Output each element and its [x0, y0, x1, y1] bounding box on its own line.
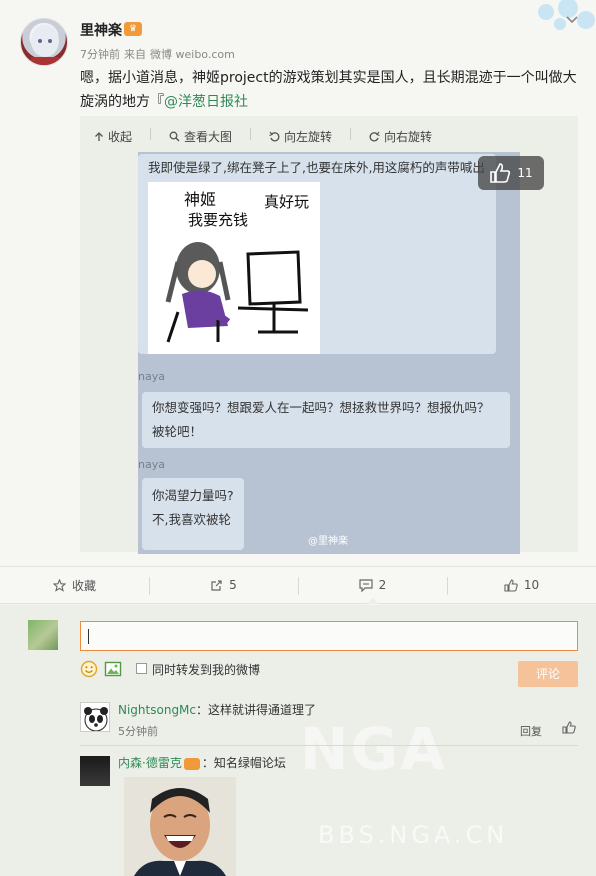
post-action-bar: 收藏 5 2 10 [0, 566, 596, 604]
comment-body: ：知名绿帽论坛 [201, 756, 286, 770]
chat-bubble: 你渴望力量吗? 不,我喜欢被轮 [142, 478, 244, 550]
my-avatar[interactable] [28, 620, 58, 650]
repost-button[interactable]: 5 [149, 567, 298, 603]
rotate-left-button[interactable]: 向左旋转 [269, 128, 332, 145]
repost-count: 5 [229, 578, 237, 592]
chevron-down-icon[interactable] [566, 16, 578, 24]
magnifier-icon [169, 131, 180, 142]
image-like-button[interactable]: 11 [478, 156, 544, 190]
emoji-icon[interactable] [80, 660, 98, 678]
chat-message: 我即使是绿了,绑在凳子上了,也要在床外,用这腐朽的声带喊出 [148, 160, 485, 175]
submit-comment-button[interactable]: 评论 [518, 661, 578, 687]
thumbs-up-icon [504, 578, 518, 592]
image-like-count: 11 [517, 166, 533, 180]
commenter-name[interactable]: 内森·德雷克 [118, 756, 182, 770]
comic-drawing [165, 242, 309, 343]
thumbs-up-icon [490, 163, 511, 183]
rotate-right-label: 向右旋转 [384, 130, 433, 144]
comment-text: 内森·德雷克 ：知名绿帽论坛 [118, 754, 286, 771]
text-cursor [88, 629, 89, 644]
divider [150, 128, 152, 140]
favorite-button[interactable]: 收藏 [0, 567, 149, 603]
chat-message: 你想变强吗？想跟爱人在一起吗？想拯救世界吗？想报仇吗？被轮吧！ [152, 400, 490, 439]
view-large-button[interactable]: 查看大图 [169, 128, 232, 145]
chat-bubble: 我即使是绿了,绑在凳子上了,也要在床外,用这腐朽的声带喊出 神姬 真好玩 我要充… [138, 154, 496, 354]
like-count: 10 [523, 578, 540, 592]
weibo-post: 里神楽 ♛ 7分钟前 来自 微博 weibo.com 嗯，据小道消息，神姬proje… [0, 0, 596, 566]
post-text: 嗯，据小道消息，神姬project的游戏策划其实是国人，且长期混迹于一个叫做大旋… [80, 66, 580, 114]
thumbs-up-icon[interactable] [562, 721, 576, 734]
repost-checkbox[interactable] [136, 663, 147, 674]
comment-count: 2 [378, 578, 387, 592]
comment-button[interactable]: 2 [298, 567, 447, 604]
chat-sender: naya [138, 370, 165, 383]
collapse-label: 收起 [108, 130, 133, 144]
arrow-up-icon [95, 131, 103, 141]
author-avatar[interactable] [20, 18, 68, 66]
chat-bubble: 你想变强吗？想跟爱人在一起吗？想拯救世界吗？想报仇吗？被轮吧！ [142, 392, 510, 448]
divider [80, 745, 578, 746]
mention-link[interactable]: @洋葱日报社 [164, 94, 248, 110]
chat-screenshot-image[interactable]: 我即使是绿了,绑在凳子上了,也要在床外,用这腐朽的声带喊出 神姬 真好玩 我要充… [138, 152, 520, 554]
rotate-right-icon [369, 131, 380, 142]
view-large-label: 查看大图 [184, 130, 233, 144]
rotate-left-label: 向左旋转 [284, 130, 333, 144]
like-button[interactable]: 10 [447, 567, 596, 603]
collapse-button[interactable]: 收起 [94, 128, 132, 145]
image-upload-icon[interactable] [104, 660, 122, 678]
nga-watermark-sub: BBS.NGA.CN [318, 821, 509, 849]
commenter-name[interactable]: NightsongMc [118, 703, 196, 717]
comment-body: ：这样就讲得通道理了 [196, 703, 317, 717]
reply-button[interactable]: 回复 [520, 723, 542, 739]
rotate-left-icon [269, 131, 280, 142]
divider [250, 128, 252, 140]
comment-section: NGA BBS.NGA.CN 同时转发到我的微博 评论 NightsongMc：… [0, 605, 596, 876]
comment-time: 5分钟前 [118, 725, 158, 738]
chat-sender: naya [138, 458, 165, 471]
comment-attached-image[interactable] [124, 777, 236, 876]
comment-text: NightsongMc：这样就讲得通道理了 [118, 701, 316, 718]
comment-icon [359, 578, 373, 592]
repost-icon [211, 579, 222, 591]
vip-badge-icon: ♛ [124, 22, 142, 36]
vip-badge-icon [183, 757, 200, 770]
favorite-label: 收藏 [71, 578, 96, 593]
anime-avatar-icon [31, 25, 59, 65]
comic-image: 神姬 真好玩 我要充钱 [148, 182, 320, 354]
chat-message: 不,我喜欢被轮 [152, 512, 231, 527]
chat-message: 你渴望力量吗? [152, 488, 234, 503]
divider [350, 128, 352, 140]
snowflake-decoration-icon [538, 0, 595, 30]
post-meta: 7分钟前 来自 微博 weibo.com [80, 46, 239, 62]
panda-avatar-icon [84, 707, 108, 731]
commenter-avatar[interactable] [80, 702, 110, 732]
post-body: 嗯，据小道消息，神姬project的游戏策划其实是国人，且长期混迹于一个叫做大旋… [80, 70, 577, 110]
rotate-right-button[interactable]: 向右旋转 [369, 128, 432, 145]
commenter-avatar[interactable] [80, 756, 110, 786]
image-watermark: @里神楽 [308, 536, 348, 547]
post-time[interactable]: 7分钟前 [80, 48, 120, 61]
media-toolbar: 收起 查看大图 向左旋转 向右旋转 [94, 128, 432, 145]
post-source[interactable]: 微博 weibo.com [150, 48, 235, 61]
nga-watermark: NGA [300, 715, 448, 783]
repost-checkbox-label: 同时转发到我的微博 [152, 663, 261, 677]
comment-input[interactable] [80, 621, 578, 651]
laughing-man-photo [124, 777, 236, 876]
source-prefix: 来自 [124, 48, 146, 61]
star-icon [52, 578, 66, 592]
author-name[interactable]: 里神楽 [80, 20, 122, 40]
